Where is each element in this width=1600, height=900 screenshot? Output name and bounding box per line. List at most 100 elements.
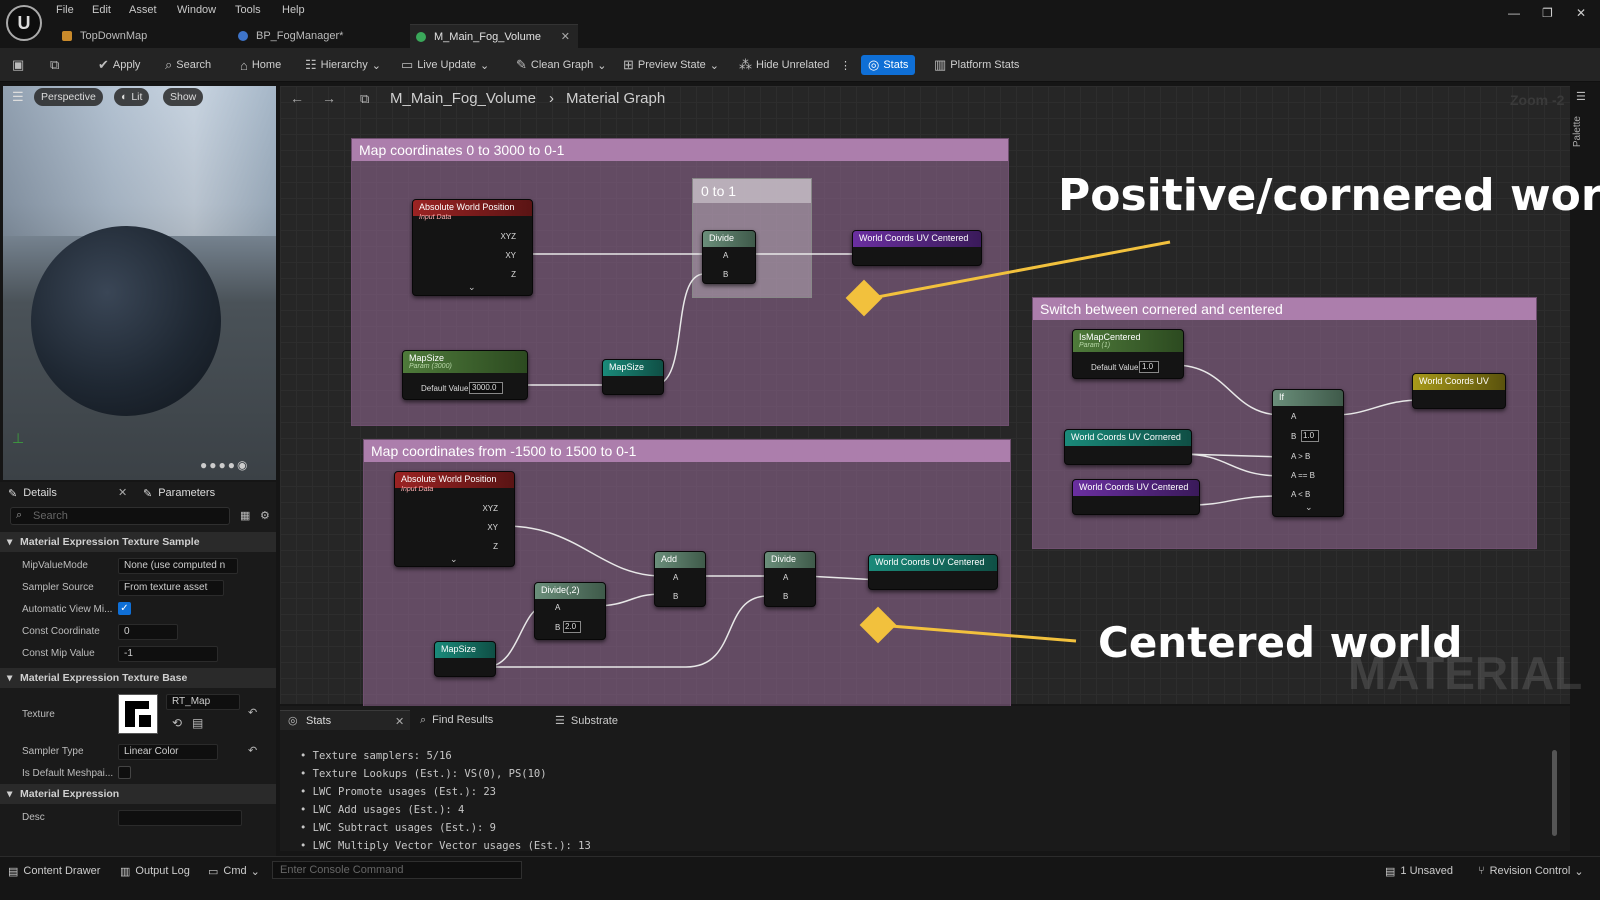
divide2-b-value: 2.0 [565,622,577,631]
stat-line: • Texture Lookups (Est.): VS(0), PS(10) [300,768,547,780]
unsaved-indicator[interactable]: ▤ 1 Unsaved [1385,862,1453,880]
content-drawer-icon: ▤ [8,865,19,878]
find-results-tab[interactable]: ⌕ Find Results [420,714,493,727]
node-title: Divide(,2) [535,583,605,599]
output-log-label: Output Log [135,865,190,877]
divide2-b-input[interactable]: 2.0 [563,621,581,633]
pin-label-a-eq-b: A == B [1291,471,1316,480]
node-wc-uv-centered-declare[interactable]: World Coords UV Centered [852,230,982,266]
node-subtitle: Input Data [419,214,452,221]
node-title: Divide [703,231,755,247]
pin-label-xy: XY [487,523,498,532]
node-mapsize-reference[interactable]: MapSize [602,359,664,395]
stat-line: • LWC Multiply Vector Vector usages (Est… [300,840,591,852]
node-title: World Coords UV [1413,374,1505,390]
pin-label-b: B [1291,432,1297,441]
node-title: IsMapCentered [1079,332,1141,342]
pin-label-a: A [555,603,561,612]
output-log-button[interactable]: ▥ Output Log [120,862,190,880]
pin-label-xy: XY [505,251,516,260]
pin-label-a: A [783,573,789,582]
node-subtitle: Param (3000) [409,363,452,370]
if-b-input[interactable]: 1.0 [1301,430,1319,442]
mapsize-default-value: 3000.0 [472,383,497,392]
node-title: World Coords UV Cornered [1065,430,1191,446]
node-divide-bottom[interactable]: Divide A B [764,551,816,607]
pin-label-b: B [723,270,729,279]
pin-label-xyz: XYZ [500,232,516,241]
substrate-icon: ☰ [555,715,565,727]
stat-line: • LWC Add usages (Est.): 4 [300,804,465,816]
node-mapsize-reference-2[interactable]: MapSize [434,641,496,677]
pin-label-b: B [673,592,679,601]
ismapcentered-default-input[interactable]: 1.0 [1139,361,1159,373]
node-mapsize-param[interactable]: MapSize Param (3000) Default Value 3000.… [402,350,528,400]
node-absolute-world-position-1[interactable]: Absolute World Position Input Data XYZ X… [412,199,533,296]
pin-label-xyz: XYZ [482,504,498,513]
output-log-icon: ▥ [120,865,131,878]
node-subtitle: Input Data [401,486,434,493]
stats-scrollbar[interactable] [1552,750,1557,836]
ismapcentered-default-value: 1.0 [1142,362,1154,371]
pin-label-b: B [783,592,789,601]
close-stats-icon[interactable]: ✕ [395,715,404,728]
stat-line: • Texture samplers: 5/16 [300,750,452,762]
node-title: Add [655,552,705,568]
annotation-positive-cornered: Positive/cornered world [1058,170,1600,221]
pin-label-a: A [723,251,729,260]
pin-label-z: Z [511,270,516,279]
node-title: World Coords UV Centered [1073,480,1199,496]
content-drawer-button[interactable]: ▤ Content Drawer [8,862,100,880]
find-results-label: Find Results [432,714,494,726]
node-title: Divide [765,552,815,568]
cmd-dropdown[interactable]: ▭ Cmd ⌄ [208,862,260,880]
unsaved-label: 1 Unsaved [1400,865,1453,877]
console-placeholder: Enter Console Command [280,864,404,876]
node-title: If [1273,390,1343,406]
node-divide[interactable]: Divide A B [702,230,756,284]
revision-control-icon: ⑂ [1478,865,1485,877]
wire-if-to-wcuv [1333,399,1423,416]
node-title: World Coords UV Centered [853,231,981,247]
search-icon: ⌕ [420,714,427,726]
node-add[interactable]: Add A B [654,551,706,607]
revision-control-button[interactable]: ⑂ Revision Control ⌄ [1478,862,1584,880]
mapsize-default-input[interactable]: 3000.0 [469,382,503,394]
pin-label-b: B [555,623,561,632]
unsaved-icon: ▤ [1385,865,1396,878]
node-if[interactable]: If A B 1.0 A > B A == B A < B ⌄ [1272,389,1344,517]
node-title: World Coords UV Centered [869,555,997,571]
content-drawer-label: Content Drawer [23,865,101,877]
wire-centered-to-if-altb [1189,495,1283,506]
pin-label-z: Z [493,542,498,551]
stat-line: • LWC Promote usages (Est.): 23 [300,786,496,798]
wire-xy-to-add-a [504,525,663,577]
substrate-label: Substrate [570,715,618,727]
node-wc-uv-cornered-declare[interactable]: World Coords UV Centered [868,554,998,590]
node-wc-uv-centered-get[interactable]: World Coords UV Centered [1072,479,1200,515]
node-wc-uv-cornered-get[interactable]: World Coords UV Cornered [1064,429,1192,465]
substrate-tab[interactable]: ☰ Substrate [555,714,618,727]
node-title: MapSize [435,642,495,658]
wire-mapsize-to-divide-b2 [486,595,769,668]
expand-icon[interactable]: ⌄ [450,554,458,565]
default-value-label: Default Value [421,384,469,393]
annotation-line-bottom [877,623,1077,643]
node-absolute-world-position-2[interactable]: Absolute World Position Input Data XYZ X… [394,471,515,567]
pin-label-a-lt-b: A < B [1291,490,1311,499]
wire-ismapcentered-to-if-a [1173,364,1283,416]
console-command-input[interactable]: Enter Console Command [272,861,522,879]
expand-icon[interactable]: ⌄ [468,282,476,293]
stats-tab[interactable]: ◎ Stats ✕ [280,710,410,730]
pin-label-a: A [1291,412,1297,421]
expand-icon[interactable]: ⌄ [1305,502,1313,513]
node-title: MapSize [409,353,445,363]
node-wc-uv-declare[interactable]: World Coords UV [1412,373,1506,409]
stat-line: • LWC Subtract usages (Est.): 9 [300,822,496,834]
node-divide-2[interactable]: Divide(,2) A B 2.0 [534,582,606,640]
stats-tab-icon: ◎ [288,715,298,727]
annotation-diamond-top [845,279,883,317]
pin-label-a: A [673,573,679,582]
if-b-value: 1.0 [1303,431,1315,440]
node-ismapcentered-param[interactable]: IsMapCentered Param (1) Default Value 1.… [1072,329,1184,379]
